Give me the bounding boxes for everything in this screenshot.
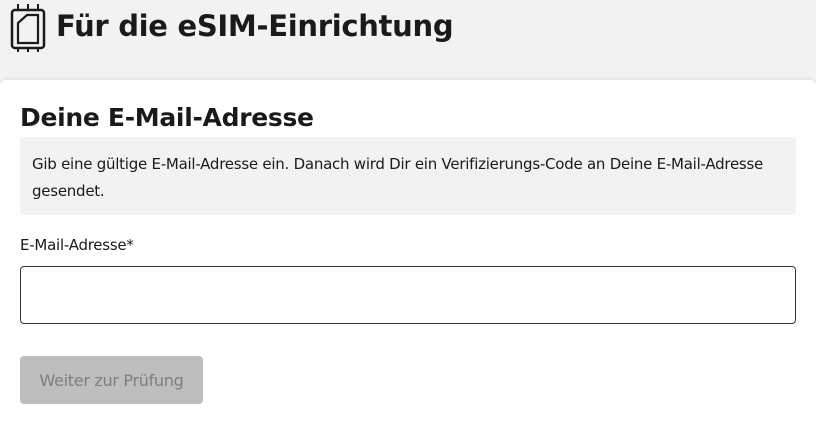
page-title: Für die eSIM-Einrichtung xyxy=(56,9,454,43)
page-header: Für die eSIM-Einrichtung xyxy=(0,0,816,80)
sim-card-icon xyxy=(8,4,48,52)
continue-to-verification-button[interactable]: Weiter zur Prüfung xyxy=(20,356,203,404)
info-text: Gib eine gültige E-Mail-Adresse ein. Dan… xyxy=(32,155,764,200)
info-box: Gib eine gültige E-Mail-Adresse ein. Dan… xyxy=(20,137,796,215)
email-form-card: Deine E-Mail-Adresse Gib eine gültige E-… xyxy=(0,80,816,424)
form-title: Deine E-Mail-Adresse xyxy=(20,103,314,132)
email-field-label: E-Mail-Adresse* xyxy=(20,236,134,254)
email-field[interactable] xyxy=(20,266,796,324)
